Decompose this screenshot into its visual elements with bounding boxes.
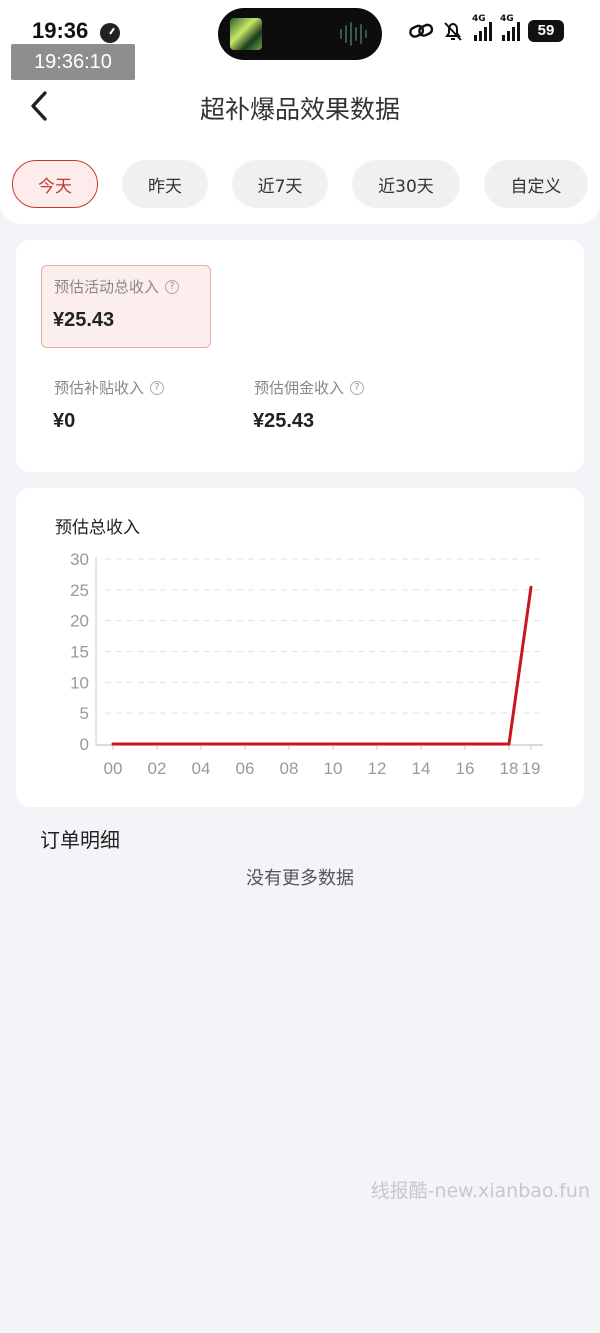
x-tick-label: 00 bbox=[104, 759, 123, 778]
y-tick-label: 30 bbox=[70, 550, 89, 569]
x-tick-label: 06 bbox=[236, 759, 255, 778]
network-tag: 4G bbox=[472, 14, 486, 24]
x-tick-label: 08 bbox=[280, 759, 299, 778]
commission-income-value: ¥25.43 bbox=[253, 410, 315, 432]
subsidy-income-label: 预估补贴收入 ? bbox=[54, 377, 165, 398]
x-tick-label: 10 bbox=[324, 759, 343, 778]
page-title: 超补爆品效果数据 bbox=[199, 95, 400, 124]
x-tick-label: 18 bbox=[500, 759, 519, 778]
status-bar: 19:36 4G 4G 59 19:36:10 bbox=[0, 0, 600, 80]
help-circle-icon[interactable]: ? bbox=[350, 380, 365, 395]
link-icon bbox=[409, 23, 434, 38]
watermark: 线报酷-new.xianbao.fun bbox=[370, 1180, 590, 1202]
x-tick-label: 12 bbox=[368, 759, 387, 778]
total-income-label: 预估活动总收入 ? bbox=[54, 276, 180, 297]
tab-last-7-days[interactable]: 近7天 bbox=[232, 160, 328, 208]
signal-icon: 4G bbox=[472, 14, 492, 41]
y-tick-label: 0 bbox=[80, 735, 89, 754]
bell-mute-icon bbox=[444, 22, 462, 41]
orders-title: 订单明细 bbox=[40, 828, 120, 852]
tab-custom[interactable]: 自定义 bbox=[484, 160, 588, 208]
y-tick-label: 10 bbox=[70, 673, 89, 692]
tab-today[interactable]: 今天 bbox=[12, 160, 98, 208]
status-icons: 4G 4G 59 bbox=[408, 14, 564, 42]
header: 超补爆品效果数据 今天 昨天 近7天 近30天 自定义 bbox=[0, 80, 600, 224]
income-chart-card: 预估总收入 0 5 10 15 20 25 30 00 02 04 06 08 10 12 14 16 18 19 bbox=[16, 488, 584, 807]
x-tick-label: 04 bbox=[192, 759, 211, 778]
total-income-label-text: 预估活动总收入 bbox=[54, 278, 160, 296]
series-line bbox=[111, 585, 533, 746]
x-tick-label: 02 bbox=[148, 759, 167, 778]
x-tick-label: 14 bbox=[412, 759, 431, 778]
date-range-tabs: 今天 昨天 近7天 近30天 自定义 bbox=[12, 160, 588, 208]
total-income-value: ¥25.43 bbox=[53, 309, 115, 331]
x-tick-label: 19 bbox=[522, 759, 541, 778]
dynamic-island[interactable] bbox=[218, 8, 382, 60]
battery-icon: 59 bbox=[528, 20, 564, 42]
overlay-time: 19:36:10 bbox=[11, 44, 135, 80]
status-time: 19:36 bbox=[32, 18, 89, 43]
help-circle-icon[interactable]: ? bbox=[165, 279, 180, 294]
subsidy-income-value: ¥0 bbox=[53, 410, 76, 432]
y-tick-label: 25 bbox=[70, 581, 89, 600]
y-tick-label: 15 bbox=[70, 643, 89, 662]
commission-income-label: 预估佣金收入 ? bbox=[254, 377, 365, 398]
subsidy-income-label-text: 预估补贴收入 bbox=[54, 379, 145, 397]
tab-yesterday[interactable]: 昨天 bbox=[122, 160, 208, 208]
y-tick-label: 5 bbox=[80, 704, 89, 723]
audio-wave-icon bbox=[340, 22, 368, 46]
tab-last-30-days[interactable]: 近30天 bbox=[352, 160, 460, 208]
empty-list-text: 没有更多数据 bbox=[246, 868, 354, 889]
signal-icon: 4G bbox=[500, 14, 520, 41]
media-thumbnail bbox=[230, 18, 262, 50]
network-tag: 4G bbox=[500, 14, 514, 24]
income-line-chart: 0 5 10 15 20 25 30 00 02 04 06 08 10 12 14 16 18 19 bbox=[70, 550, 543, 778]
y-tick-label: 20 bbox=[70, 612, 89, 631]
alarm-clock-icon bbox=[100, 23, 120, 43]
x-tick-label: 16 bbox=[456, 759, 475, 778]
commission-income-label-text: 预估佣金收入 bbox=[254, 379, 345, 397]
income-summary-card: 预估活动总收入 ? ¥25.43 预估补贴收入 ? ¥0 预估佣金收入 ? ¥2… bbox=[16, 240, 584, 472]
help-circle-icon[interactable]: ? bbox=[150, 380, 165, 395]
